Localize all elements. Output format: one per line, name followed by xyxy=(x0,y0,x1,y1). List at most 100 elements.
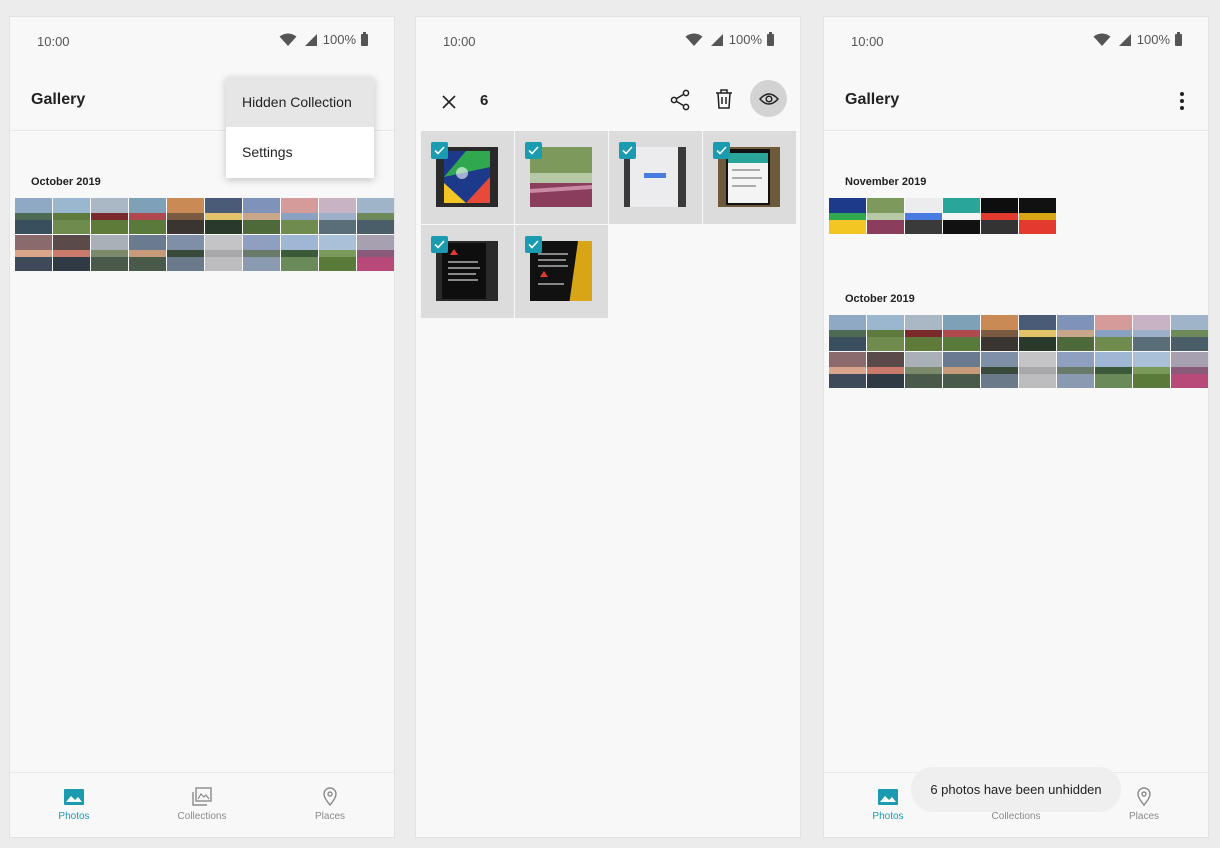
battery-icon xyxy=(361,31,368,46)
photo-thumbnail[interactable] xyxy=(943,315,980,351)
photo-thumbnail[interactable] xyxy=(905,198,942,234)
photo-thumbnail[interactable] xyxy=(167,198,204,234)
photo-thumbnail[interactable] xyxy=(1133,315,1170,351)
photo-thumbnail[interactable] xyxy=(15,198,52,234)
photo-thumbnail[interactable] xyxy=(357,235,394,271)
status-bar: 10:00 100% xyxy=(10,17,394,63)
share-icon[interactable] xyxy=(669,89,691,111)
selected-photo[interactable] xyxy=(421,131,514,224)
photo-thumbnail[interactable] xyxy=(981,198,1018,234)
photo-thumbnail[interactable] xyxy=(829,198,866,234)
photo-thumbnail[interactable] xyxy=(829,315,866,351)
photo-thumbnail[interactable] xyxy=(1171,352,1208,388)
selected-photo[interactable] xyxy=(421,225,514,318)
selection-count: 6 xyxy=(480,92,489,109)
photo-thumbnail[interactable] xyxy=(281,235,318,271)
selected-photo[interactable] xyxy=(703,131,796,224)
photo-thumbnail[interactable] xyxy=(867,198,904,234)
more-vert-icon[interactable] xyxy=(1170,89,1194,113)
places-pin-icon xyxy=(1137,787,1151,807)
photo-thumbnail[interactable] xyxy=(53,198,90,234)
photo-thumbnail[interactable] xyxy=(905,315,942,351)
page-title: Gallery xyxy=(31,91,86,108)
photo-thumbnail[interactable] xyxy=(129,198,166,234)
photo-thumbnail[interactable] xyxy=(281,198,318,234)
photo-thumbnail[interactable] xyxy=(243,235,280,271)
photo-thumbnail[interactable] xyxy=(91,198,128,234)
check-icon xyxy=(528,146,539,155)
unhide-button[interactable] xyxy=(750,80,787,117)
photo-thumbnail[interactable] xyxy=(1019,315,1056,351)
gallery-screen-selection: 10:00 100% 6 xyxy=(415,16,801,838)
checkbox-checked[interactable] xyxy=(619,142,636,159)
gallery-screen-menu: 10:00 100% Gallery Hidden Collection Set… xyxy=(9,16,395,838)
photo-thumbnail[interactable] xyxy=(15,235,52,271)
checkbox-checked[interactable] xyxy=(525,142,542,159)
checkbox-checked[interactable] xyxy=(525,236,542,253)
nav-collections[interactable]: Collections xyxy=(138,773,266,837)
photo-thumbnail[interactable] xyxy=(1095,315,1132,351)
photo-thumbnail[interactable] xyxy=(867,352,904,388)
wifi-icon xyxy=(1093,33,1111,46)
photo-thumbnail[interactable] xyxy=(829,352,866,388)
photo-thumbnail[interactable] xyxy=(319,198,356,234)
nav-collections-label: Collections xyxy=(991,811,1041,822)
photo-thumbnail[interactable] xyxy=(205,198,242,234)
selected-photo[interactable] xyxy=(609,131,702,224)
photo-thumbnail[interactable] xyxy=(91,235,128,271)
photo-thumbnail[interactable] xyxy=(1095,352,1132,388)
menu-item-hidden-collection[interactable]: Hidden Collection xyxy=(226,77,374,127)
trash-icon[interactable] xyxy=(714,88,734,110)
photo-thumbnail[interactable] xyxy=(53,235,90,271)
check-icon xyxy=(622,146,633,155)
photo-thumbnail[interactable] xyxy=(1171,315,1208,351)
status-bar: 10:00 100% xyxy=(824,17,1208,63)
status-time: 10:00 xyxy=(851,34,884,49)
section-header-october: October 2019 xyxy=(845,293,915,305)
signal-lte-icon xyxy=(1118,33,1131,46)
photo-thumbnail[interactable] xyxy=(981,352,1018,388)
nav-collections-label: Collections xyxy=(177,811,227,822)
photo-thumbnail[interactable] xyxy=(867,315,904,351)
close-icon[interactable] xyxy=(440,93,458,111)
photo-thumbnail[interactable] xyxy=(943,352,980,388)
places-pin-icon xyxy=(323,787,337,807)
collections-icon xyxy=(192,787,212,806)
nav-photos[interactable]: Photos xyxy=(10,773,138,837)
checkbox-checked[interactable] xyxy=(431,142,448,159)
photo-thumbnail[interactable] xyxy=(1057,352,1094,388)
photo-thumbnail[interactable] xyxy=(319,235,356,271)
eye-icon xyxy=(758,92,779,105)
battery-percent: 100% xyxy=(1136,32,1170,47)
selection-toolbar: 6 xyxy=(416,77,800,133)
photo-thumbnail[interactable] xyxy=(1019,198,1056,234)
section-header-november: November 2019 xyxy=(845,176,927,188)
photo-thumbnail[interactable] xyxy=(357,198,394,234)
nav-places[interactable]: Places xyxy=(266,773,394,837)
photo-thumbnail[interactable] xyxy=(943,198,980,234)
photo-grid-october xyxy=(829,315,1208,388)
checkbox-checked[interactable] xyxy=(431,236,448,253)
photo-grid-november xyxy=(829,198,1208,234)
photo-thumbnail[interactable] xyxy=(905,352,942,388)
wifi-icon xyxy=(685,33,703,46)
photo-thumbnail[interactable] xyxy=(1057,315,1094,351)
app-bar: Gallery xyxy=(824,75,1208,131)
photo-thumbnail[interactable] xyxy=(243,198,280,234)
battery-percent: 100% xyxy=(728,32,762,47)
photo-thumbnail[interactable] xyxy=(1133,352,1170,388)
check-icon xyxy=(528,240,539,249)
battery-icon xyxy=(1175,31,1182,46)
photo-thumbnail[interactable] xyxy=(1019,352,1056,388)
photo-thumbnail[interactable] xyxy=(205,235,242,271)
selected-photo[interactable] xyxy=(515,131,608,224)
checkbox-checked[interactable] xyxy=(713,142,730,159)
photo-thumbnail[interactable] xyxy=(981,315,1018,351)
photo-thumbnail[interactable] xyxy=(167,235,204,271)
menu-item-settings[interactable]: Settings xyxy=(226,127,374,177)
status-time: 10:00 xyxy=(37,34,70,49)
check-icon xyxy=(434,240,445,249)
photo-thumbnail[interactable] xyxy=(129,235,166,271)
selected-photo[interactable] xyxy=(515,225,608,318)
photo-grid-october xyxy=(15,198,394,271)
